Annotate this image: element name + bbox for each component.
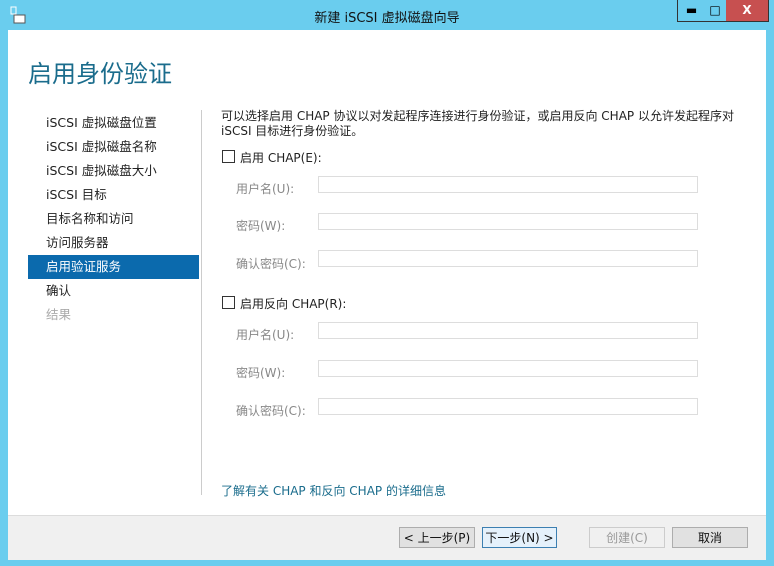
reverse-username-input[interactable] bbox=[318, 322, 698, 339]
nav-item-disk-location[interactable]: iSCSI 虚拟磁盘位置 bbox=[28, 111, 199, 135]
reverse-password-input[interactable] bbox=[318, 360, 698, 377]
enable-reverse-chap-checkbox[interactable] bbox=[222, 296, 235, 309]
enable-reverse-chap-label: 启用反向 CHAP(R): bbox=[240, 297, 347, 311]
nav-item-confirmation[interactable]: 确认 bbox=[28, 279, 199, 303]
chap-username-label: 用户名(U): bbox=[236, 182, 295, 196]
minimize-button[interactable]: ▬ bbox=[677, 0, 706, 22]
title-bar: 新建 iSCSI 虚拟磁盘向导 ▬ □ X bbox=[0, 0, 774, 30]
description-text: 可以选择启用 CHAP 协议以对发起程序连接进行身份验证，或启用反向 CHAP … bbox=[221, 109, 734, 138]
chap-confirm-input[interactable] bbox=[318, 250, 698, 267]
divider bbox=[201, 110, 202, 495]
chap-password-input[interactable] bbox=[318, 213, 698, 230]
nav-item-disk-name[interactable]: iSCSI 虚拟磁盘名称 bbox=[28, 135, 199, 159]
nav-item-target-name[interactable]: 目标名称和访问 bbox=[28, 207, 199, 231]
nav-item-iscsi-target[interactable]: iSCSI 目标 bbox=[28, 183, 199, 207]
next-button[interactable]: 下一步(N) > bbox=[482, 527, 557, 548]
reverse-confirm-label: 确认密码(C): bbox=[236, 404, 306, 418]
window-title: 新建 iSCSI 虚拟磁盘向导 bbox=[314, 11, 460, 26]
close-button[interactable]: X bbox=[726, 0, 769, 22]
enable-chap-checkbox[interactable] bbox=[222, 150, 235, 163]
nav-item-authentication[interactable]: 启用验证服务 bbox=[28, 255, 199, 279]
chap-password-label: 密码(W): bbox=[236, 219, 286, 233]
previous-button[interactable]: < 上一步(P) bbox=[399, 527, 475, 548]
chap-info-link[interactable]: 了解有关 CHAP 和反向 CHAP 的详细信息 bbox=[221, 482, 446, 499]
enable-chap-label: 启用 CHAP(E): bbox=[240, 151, 322, 165]
reverse-confirm-input[interactable] bbox=[318, 398, 698, 415]
reverse-username-label: 用户名(U): bbox=[236, 328, 295, 342]
nav-item-disk-size[interactable]: iSCSI 虚拟磁盘大小 bbox=[28, 159, 199, 183]
create-button: 创建(C) bbox=[589, 527, 665, 548]
maximize-button[interactable]: □ bbox=[704, 0, 727, 22]
nav-item-results: 结果 bbox=[46, 307, 72, 322]
nav-item-access-servers[interactable]: 访问服务器 bbox=[28, 231, 199, 255]
chap-username-input[interactable] bbox=[318, 176, 698, 193]
reverse-password-label: 密码(W): bbox=[236, 366, 286, 380]
page-title: 启用身份验证 bbox=[28, 60, 172, 88]
cancel-button[interactable]: 取消 bbox=[672, 527, 748, 548]
chap-confirm-label: 确认密码(C): bbox=[236, 257, 306, 271]
